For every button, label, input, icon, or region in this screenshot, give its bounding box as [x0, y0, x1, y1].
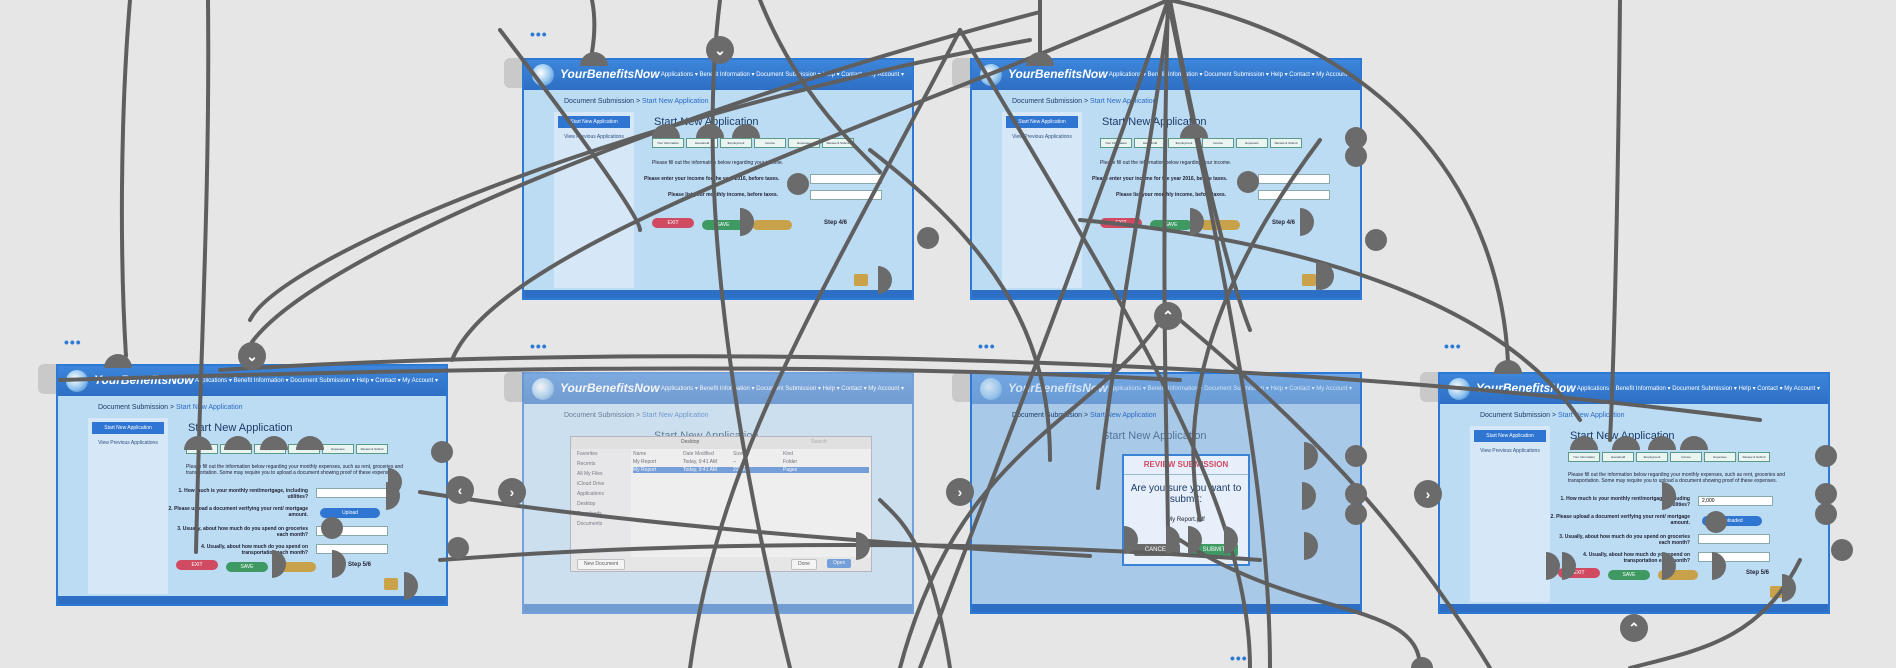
hotspot-marker [1570, 436, 1598, 450]
link-endpoint [431, 441, 453, 463]
hotspot-marker [1166, 526, 1180, 554]
hotspot-marker [1494, 360, 1522, 374]
link-endpoint [1815, 503, 1837, 525]
link-wire [248, 38, 1032, 322]
hotspot-marker [1302, 482, 1316, 510]
link-wire [1162, 0, 1170, 542]
link-endpoint [1345, 483, 1367, 505]
hotspot-marker [740, 208, 754, 236]
hotspot-marker [1188, 526, 1202, 554]
hotspot-marker [1662, 552, 1676, 580]
link-endpoint [917, 227, 939, 249]
expand-control[interactable]: ⌃ [1620, 614, 1648, 642]
link-wire [1096, 0, 1172, 490]
collapse-control[interactable]: ⌄ [238, 342, 266, 370]
link-endpoint [1237, 171, 1259, 193]
link-wire [590, 0, 597, 54]
hotspot-marker [732, 124, 760, 138]
link-wire [918, 0, 1170, 668]
hotspot-marker [1782, 574, 1796, 602]
hotspot-marker [332, 550, 346, 578]
link-endpoint [1345, 445, 1367, 467]
link-wire [119, 0, 132, 358]
hotspot-marker [580, 52, 608, 66]
link-endpoint [787, 173, 809, 195]
hotspot-marker [878, 266, 892, 294]
hotspot-marker [404, 572, 418, 600]
next-control[interactable]: › [946, 478, 974, 506]
hotspot-marker [260, 436, 288, 450]
hotspot-marker [1180, 124, 1208, 138]
link-endpoint [447, 537, 469, 559]
hotspot-marker [1662, 482, 1676, 510]
link-endpoint [1815, 483, 1837, 505]
hotspot-marker [1304, 532, 1318, 560]
link-endpoint [1345, 503, 1367, 525]
hotspot-marker [1190, 208, 1204, 236]
next-control[interactable]: › [1414, 480, 1442, 508]
link-wire [1178, 538, 1422, 668]
collapse-control[interactable]: ⌄ [706, 36, 734, 64]
hotspot-marker [696, 124, 724, 138]
link-endpoint [1831, 539, 1853, 561]
link-wire [1168, 0, 1252, 332]
board-more-menu[interactable]: ••• [1230, 650, 1248, 666]
hotspot-marker [224, 436, 252, 450]
hotspot-marker [1680, 436, 1708, 450]
link-endpoint [1365, 229, 1387, 251]
link-wire [438, 543, 1262, 562]
hotspot-marker [1648, 436, 1676, 450]
link-wire [498, 28, 642, 232]
link-endpoint [1815, 445, 1837, 467]
hotspot-marker [1612, 436, 1640, 450]
hotspot-marker [1546, 552, 1560, 580]
link-wire [194, 0, 211, 554]
hotspot-marker [184, 436, 212, 450]
hotspot-marker [1124, 526, 1138, 554]
link-endpoint [321, 517, 343, 539]
link-wire [1608, 0, 1622, 442]
link-wire [878, 498, 952, 668]
link-wire [1166, 308, 1492, 668]
link-wire [450, 0, 1170, 362]
hotspot-marker [296, 436, 324, 450]
next-control[interactable]: › [498, 478, 526, 506]
hotspot-marker [1300, 208, 1314, 236]
hotspot-marker [1224, 526, 1238, 554]
hotspot-marker [272, 550, 286, 578]
hotspot-marker [388, 468, 402, 496]
link-wire [868, 148, 1052, 462]
expand-control[interactable]: ⌃ [1154, 302, 1182, 330]
hotspot-marker [856, 532, 870, 560]
link-endpoint [1705, 511, 1727, 533]
link-endpoint [1411, 657, 1433, 668]
hotspot-marker [1026, 52, 1054, 66]
link-endpoint [1345, 145, 1367, 167]
link-wire [1166, 0, 1272, 668]
prev-control[interactable]: ‹ [446, 476, 474, 504]
hotspot-marker [1712, 552, 1726, 580]
prototype-links [58, 0, 1853, 668]
prototype-canvas: ••• YourBenefitsNow Applications ▾ Benef… [0, 0, 1896, 668]
hotspot-marker [1562, 552, 1576, 580]
